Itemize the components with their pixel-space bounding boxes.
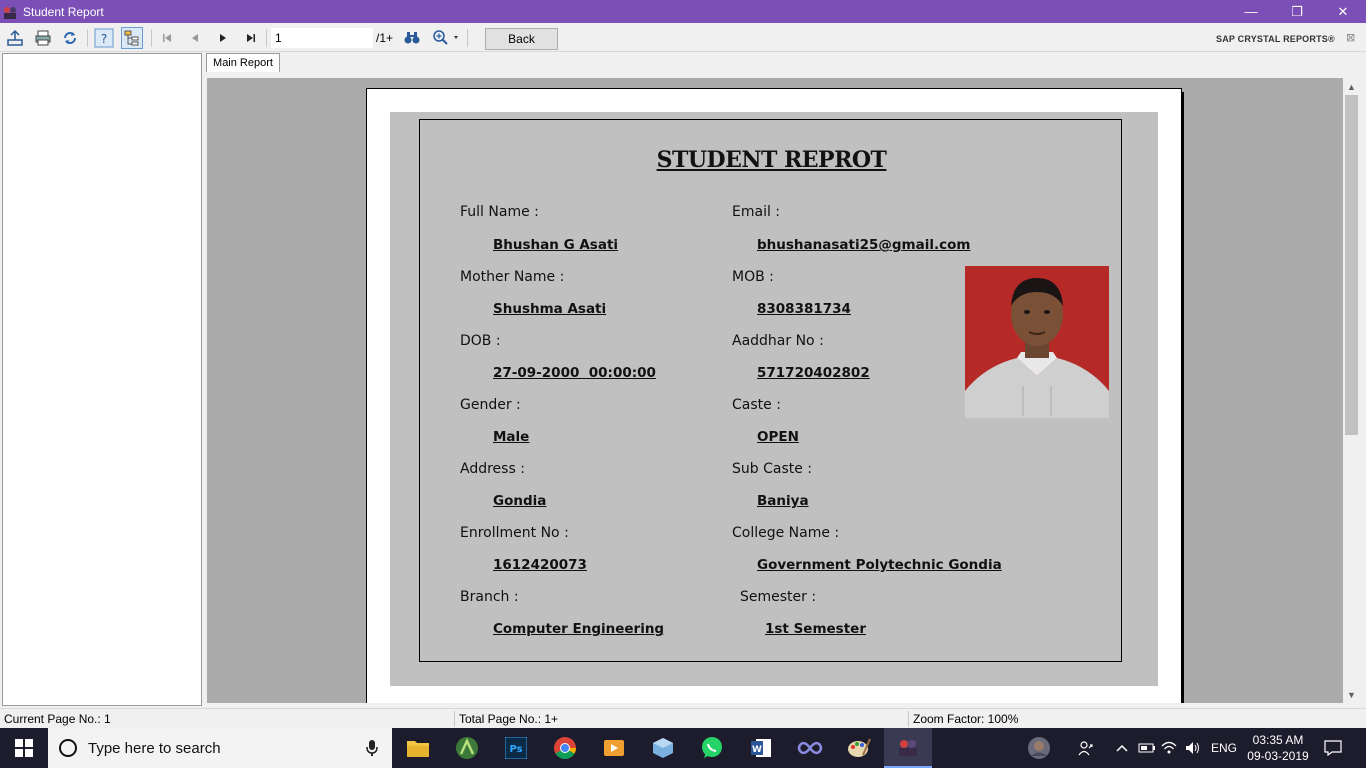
mother-name-value: Shushma Asati [493, 301, 607, 317]
previous-page-icon[interactable] [184, 27, 206, 49]
aadhar-value: 571720402802 [757, 365, 870, 381]
taskbar-search-box[interactable]: Type here to search [48, 728, 392, 768]
help-icon[interactable]: ? [93, 27, 115, 49]
report-viewer[interactable]: STUDENT REPROT Full Name : Bhushan G Asa… [207, 78, 1343, 703]
back-button[interactable]: Back [485, 28, 558, 50]
college-label: College Name : [732, 525, 840, 541]
first-page-icon[interactable] [156, 27, 178, 49]
aadhar-label: Aaddhar No : [732, 333, 824, 349]
full-name-value: Bhushan G Asati [493, 237, 619, 253]
student-photo [965, 266, 1109, 418]
svg-text:W: W [752, 745, 762, 755]
zoom-icon[interactable] [430, 27, 462, 49]
email-label: Email : [732, 204, 781, 220]
mob-value: 8308381734 [757, 301, 851, 317]
notification-icon[interactable] [1320, 728, 1346, 768]
gender-label: Gender : [460, 397, 521, 413]
chevron-up-icon[interactable] [1112, 728, 1132, 768]
virtualbox-icon[interactable] [639, 728, 687, 768]
status-bar: Current Page No.: 1 Total Page No.: 1+ Z… [0, 708, 1366, 728]
report-page: STUDENT REPROT Full Name : Bhushan G Asa… [366, 88, 1182, 703]
report-frame: STUDENT REPROT Full Name : Bhushan G Asa… [419, 119, 1122, 662]
windows-start-icon[interactable] [0, 728, 48, 768]
user-avatar-icon[interactable] [1024, 728, 1054, 768]
sub-caste-value: Baniya [757, 493, 809, 509]
close-button[interactable]: ✕ [1320, 0, 1366, 23]
scroll-down-icon[interactable]: ▼ [1343, 686, 1360, 703]
people-icon[interactable] [1074, 728, 1098, 768]
mob-label: MOB : [732, 269, 774, 285]
close-view-icon[interactable]: ⊠ [1346, 31, 1355, 44]
scroll-thumb[interactable] [1345, 95, 1358, 435]
window-title: Student Report [23, 4, 104, 19]
scroll-up-icon[interactable]: ▲ [1343, 78, 1360, 95]
chrome-icon[interactable] [541, 728, 589, 768]
wifi-icon[interactable] [1158, 728, 1180, 768]
title-bar: Student Report — ❐ ✕ [0, 0, 1366, 23]
page-number-input[interactable] [271, 28, 373, 48]
file-explorer-icon[interactable] [394, 728, 442, 768]
student-report-app-icon[interactable] [884, 728, 932, 768]
total-page-status: Total Page No.: 1+ [459, 712, 559, 726]
dob-label: DOB : [460, 333, 501, 349]
full-name-label: Full Name : [460, 204, 539, 220]
paint-icon[interactable] [835, 728, 883, 768]
taskbar: Type here to search Ps W ENG 03:35 AM 09… [0, 728, 1366, 768]
toggle-group-tree-icon[interactable] [121, 27, 143, 49]
media-player-icon[interactable] [590, 728, 638, 768]
taskbar-clock[interactable]: 03:35 AM 09-03-2019 [1243, 732, 1313, 764]
group-tree-panel[interactable] [2, 53, 202, 706]
refresh-icon[interactable] [59, 27, 81, 49]
address-label: Address : [460, 461, 525, 477]
report-title: STUDENT REPROT [656, 147, 887, 173]
restore-button[interactable]: ❐ [1274, 0, 1320, 23]
app-icon [4, 6, 16, 19]
language-indicator[interactable]: ENG [1208, 728, 1240, 768]
export-icon[interactable] [4, 27, 26, 49]
photoshop-icon[interactable]: Ps [492, 728, 540, 768]
last-page-icon[interactable] [240, 27, 262, 49]
battery-icon[interactable] [1136, 728, 1158, 768]
dob-value: 27-09-2000 00:00:00 [493, 365, 656, 381]
page-total-label: /1+ [376, 31, 394, 45]
caste-label: Caste : [732, 397, 781, 413]
college-value: Government Polytechnic Gondia [757, 557, 1002, 573]
semester-label: Semester : [740, 589, 817, 605]
tab-main-report[interactable]: Main Report [206, 53, 280, 72]
minimize-button[interactable]: — [1228, 0, 1274, 23]
svg-text:?: ? [101, 32, 107, 46]
sub-caste-label: Sub Caste : [732, 461, 813, 477]
find-icon[interactable] [401, 27, 423, 49]
enrollment-value: 1612420073 [493, 557, 587, 573]
enrollment-label: Enrollment No : [460, 525, 569, 541]
semester-value: 1st Semester [765, 621, 866, 637]
email-value: bhushanasati25@gmail.com [757, 237, 971, 253]
zoom-status: Zoom Factor: 100% [913, 712, 1019, 726]
svg-text:Ps: Ps [509, 744, 522, 755]
volume-icon[interactable] [1182, 728, 1204, 768]
microphone-icon[interactable] [366, 739, 378, 757]
branch-value: Computer Engineering [493, 621, 665, 637]
caste-value: OPEN [757, 429, 799, 445]
gender-value: Male [493, 429, 530, 445]
branch-label: Branch : [460, 589, 519, 605]
address-value: Gondia [493, 493, 547, 509]
next-page-icon[interactable] [212, 27, 234, 49]
whatsapp-icon[interactable] [688, 728, 736, 768]
report-toolbar: ? /1+ Back SAP CRYSTAL REPORTS® ⊠ [0, 23, 1366, 52]
current-page-status: Current Page No.: 1 [4, 712, 111, 726]
brand-label: SAP CRYSTAL REPORTS® [1216, 34, 1335, 44]
mother-name-label: Mother Name : [460, 269, 565, 285]
cortana-icon [59, 739, 77, 757]
print-icon[interactable] [32, 27, 54, 49]
clock-date: 09-03-2019 [1247, 749, 1309, 763]
word-icon[interactable]: W [737, 728, 785, 768]
search-placeholder: Type here to search [88, 739, 221, 757]
vertical-scrollbar[interactable]: ▲ ▼ [1343, 78, 1360, 703]
report-section: STUDENT REPROT Full Name : Bhushan G Asa… [390, 112, 1158, 686]
android-studio-icon[interactable] [443, 728, 491, 768]
clock-time: 03:35 AM [1252, 733, 1304, 747]
infinity-app-icon[interactable] [786, 728, 834, 768]
